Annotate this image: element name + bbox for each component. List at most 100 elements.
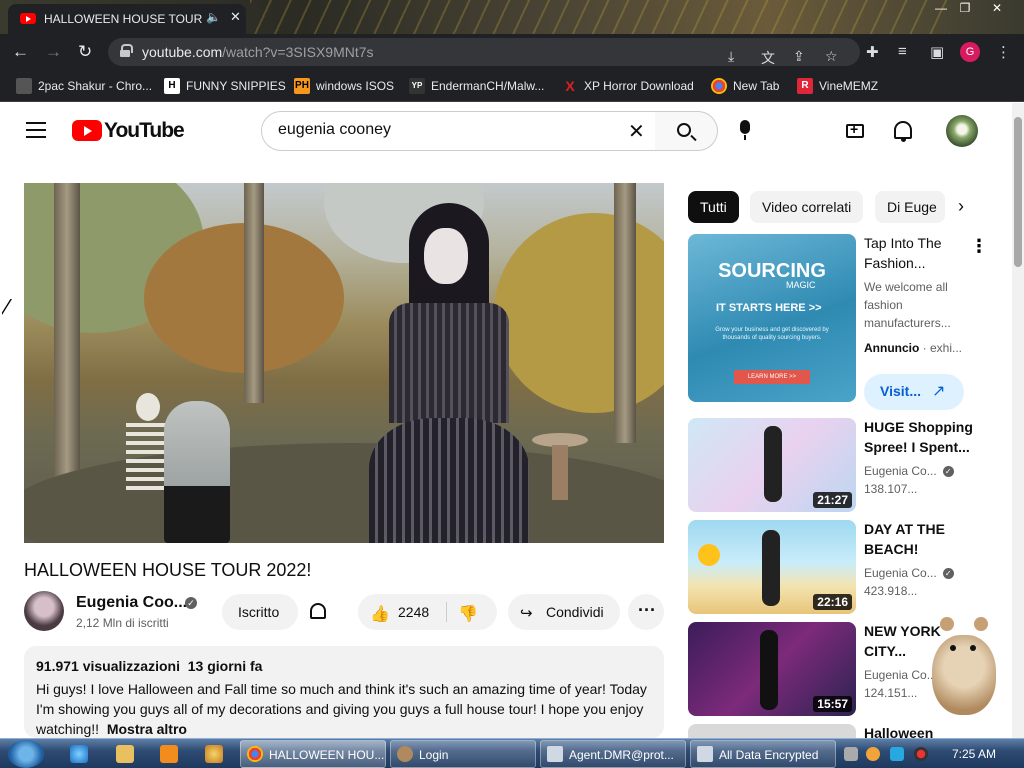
side-panel-icon[interactable]: ▣ [930, 43, 944, 61]
voice-search-mic-icon[interactable] [740, 120, 750, 140]
address-bar[interactable]: youtube.com/watch?v=3SISX9MNt7s ⤓ 文 ⇪ ☆ [108, 38, 860, 66]
related-channel[interactable]: Eugenia Co... ✓ [864, 464, 954, 478]
internet-explorer-icon[interactable] [70, 745, 88, 763]
share-icon[interactable]: ⇪ [793, 48, 805, 65]
h-logo-icon: H [164, 78, 180, 94]
description-box[interactable]: 91.971 visualizzazioni 13 giorni fa Hi g… [24, 646, 664, 738]
share-button[interactable]: ↪ Condividi [508, 594, 620, 630]
search-box[interactable]: ✕ [261, 111, 656, 151]
profile-avatar[interactable]: G [960, 42, 980, 62]
install-app-icon[interactable]: ⤓ [728, 48, 734, 65]
bookmark-star-icon[interactable]: ☆ [825, 48, 838, 65]
youtube-favicon-icon [20, 13, 36, 24]
ad-thumb-brand: SOURCING [718, 260, 826, 282]
views-and-age: 91.971 visualizzazioni 13 giorni fa [36, 658, 263, 674]
chip-all[interactable]: Tutti [688, 191, 739, 223]
tray-network-icon[interactable] [890, 747, 904, 761]
ad-thumbnail[interactable]: SOURCING MAGIC IT STARTS HERE >> Grow yo… [688, 234, 856, 402]
bookmark-item[interactable]: H FUNNY SNIPPIES [164, 78, 286, 94]
taskbar-window-button[interactable]: All Data Encrypted [690, 740, 836, 768]
video-player[interactable] [24, 183, 664, 543]
youtube-logo-icon[interactable] [72, 120, 102, 141]
2pac-icon [16, 78, 32, 94]
youtube-logo-text[interactable]: YouTube [104, 119, 185, 143]
more-actions-button[interactable]: ··· [628, 594, 664, 630]
tab-close-icon[interactable]: ✕ [230, 9, 241, 25]
close-window-button[interactable]: ✕ [986, 0, 1008, 18]
folder-icon[interactable] [116, 745, 134, 763]
forward-arrow-icon[interactable]: → [45, 42, 62, 62]
ad-thumb-small-text: Grow your business and get discovered by… [715, 327, 829, 341]
url-text[interactable]: youtube.com/watch?v=3SISX9MNt7s [142, 44, 374, 60]
like-count[interactable]: 2248 [398, 604, 429, 620]
ad-title[interactable]: Tap Into The Fashion... [864, 233, 974, 273]
bookmark-item[interactable]: R VineMEMZ [797, 78, 878, 94]
taskbar-window-button[interactable]: Agent.DMR@prot... [540, 740, 686, 768]
related-thumbnail[interactable]: 21:27 [688, 418, 856, 512]
bookmark-item[interactable]: 2pac Shakur - Chro... [16, 78, 152, 94]
search-input[interactable] [278, 121, 608, 139]
taskbar-window-button[interactable]: HALLOWEEN HOU... [240, 740, 386, 768]
thumbs-up-icon[interactable]: 👍 [370, 604, 390, 624]
ad-thumb-sub: MAGIC [786, 280, 816, 290]
related-channel[interactable]: Eugenia Co... ✓ [864, 566, 954, 580]
menu-hamburger-icon[interactable] [26, 122, 46, 138]
minimize-button[interactable]: — [930, 0, 952, 18]
bookmark-item[interactable]: PH windows ISOS [294, 78, 394, 94]
account-avatar[interactable] [946, 115, 978, 147]
ph-logo-icon: PH [294, 78, 310, 94]
chrome-menu-icon[interactable]: ⋮ [996, 43, 1011, 61]
external-link-icon: ↗ [932, 383, 946, 400]
channel-notifications-bell-icon[interactable] [310, 603, 326, 619]
extensions-puzzle-icon[interactable]: ✚ [866, 43, 879, 61]
search-button[interactable] [655, 111, 718, 151]
page-scrollbar[interactable] [1012, 103, 1024, 738]
chips-next-chevron-icon[interactable]: › [958, 196, 964, 217]
bookmark-item[interactable]: New Tab [711, 78, 779, 94]
scrollbar-thumb[interactable] [1014, 117, 1022, 267]
subscriber-count: 2,12 Mln di iscritti [76, 616, 169, 630]
chip-from-channel[interactable]: Di Euge [875, 191, 945, 223]
bookmark-item[interactable]: YP EndermanCH/Malw... [409, 78, 544, 94]
reload-icon[interactable]: ↻ [78, 42, 92, 62]
ad-visit-button[interactable]: Visit... ↗ [864, 374, 964, 410]
browser-tab-active[interactable]: HALLOWEEN HOUSE TOUR 2 🔈 ✕ [8, 4, 246, 34]
login-icon [397, 746, 413, 762]
tray-search-icon[interactable] [866, 747, 880, 761]
related-title[interactable]: HUGE Shopping Spree! I Spent... [864, 417, 974, 457]
taskbar-clock[interactable]: 7:25 AM [952, 747, 996, 761]
paint-icon[interactable] [205, 745, 223, 763]
media-player-icon[interactable] [160, 745, 178, 763]
tray-app-icon[interactable] [844, 747, 858, 761]
related-title[interactable]: DAY AT THE BEACH! [864, 519, 974, 559]
thumbs-down-icon[interactable]: 👎 [458, 604, 478, 624]
clear-search-icon[interactable]: ✕ [628, 119, 645, 144]
tray-volume-icon[interactable] [914, 747, 928, 761]
restore-button[interactable]: ❐ [954, 0, 976, 18]
channel-avatar[interactable] [24, 591, 64, 631]
taskbar-window-button[interactable]: Login [390, 740, 536, 768]
related-thumbnail[interactable] [688, 724, 856, 738]
thumb-figure [762, 530, 780, 606]
x-logo-icon: X [565, 78, 575, 94]
chip-related[interactable]: Video correlati [750, 191, 864, 223]
ad-menu-dots-icon[interactable]: ⋮ [970, 236, 988, 257]
notifications-bell-icon[interactable] [894, 121, 912, 142]
browser-title-bar: HALLOWEEN HOUSE TOUR 2 🔈 ✕ — ❐ ✕ [0, 0, 1024, 34]
start-button-windows-icon[interactable] [8, 740, 44, 768]
bookmarks-bar: 2pac Shakur - Chro... H FUNNY SNIPPIES PH… [0, 70, 1024, 102]
related-title[interactable]: Halloween [864, 723, 974, 738]
show-more-link[interactable]: Mostra altro [107, 721, 187, 737]
subscribed-button[interactable]: Iscritto [222, 594, 298, 630]
bookmark-item[interactable]: X XP Horror Download [562, 78, 694, 94]
media-queue-icon[interactable]: ≡ [898, 43, 907, 60]
speaker-muted-icon[interactable]: 🔈 [206, 10, 221, 24]
channel-name[interactable]: Eugenia Coo... [76, 594, 187, 612]
create-video-icon[interactable] [846, 121, 864, 138]
related-thumbnail[interactable]: 22:16 [688, 520, 856, 614]
translate-icon[interactable]: 文 [761, 48, 775, 68]
youtube-header: YouTube ✕ [0, 103, 1012, 159]
back-arrow-icon[interactable]: ← [12, 42, 29, 62]
related-thumbnail[interactable]: 15:57 [688, 622, 856, 716]
window-icon [697, 746, 713, 762]
